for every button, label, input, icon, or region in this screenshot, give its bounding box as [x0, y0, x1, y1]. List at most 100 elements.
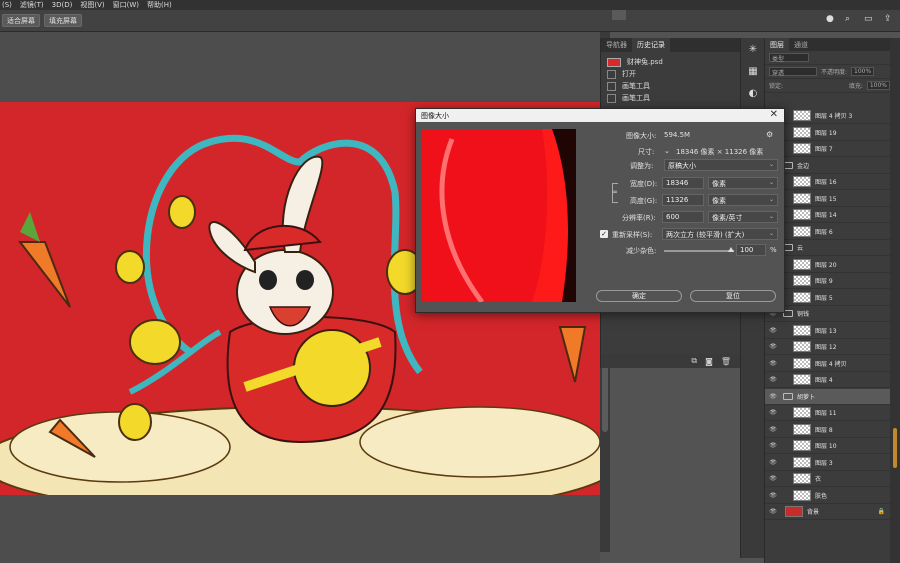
fit-to-value: 原稿大小 [668, 162, 696, 170]
layer-thumbnail [793, 143, 811, 154]
layer-row[interactable]: 👁 背景 🔒 [765, 504, 891, 520]
chevron-down-icon[interactable]: ⌄ [664, 147, 670, 155]
resample-checkbox[interactable]: ✓ [600, 230, 608, 238]
layer-row[interactable]: 👁 图层 3 [765, 455, 891, 471]
resample-select[interactable]: 两次立方 (较平滑) (扩大) ⌄ [662, 228, 778, 240]
menu-item-view[interactable]: 视图(V) [80, 0, 104, 10]
image-size-label: 图像大小: [626, 132, 657, 140]
snapshot-file-name: 财神兔.psd [627, 58, 663, 66]
layers-scrollbar[interactable] [890, 38, 900, 563]
history-item[interactable]: 打开 [601, 68, 740, 80]
eye-icon[interactable]: 👁 [768, 376, 778, 383]
eye-icon[interactable]: 👁 [768, 459, 778, 466]
layer-content: 图层 19 [793, 126, 837, 138]
ok-button[interactable]: 确定 [596, 290, 682, 302]
eye-icon[interactable]: 👁 [768, 393, 778, 400]
share-icon[interactable]: ⇪ [884, 14, 892, 24]
fill-screen-button[interactable]: 填充屏幕 [44, 14, 82, 27]
history-icon[interactable]: ✳ [741, 38, 765, 60]
workspace-icon[interactable]: ▭ [864, 14, 873, 24]
layer-thumbnail [793, 324, 811, 336]
menu-item-help[interactable]: 帮助(H) [147, 0, 172, 10]
layer-row[interactable]: 👁 图层 12 [765, 339, 891, 355]
account-icon[interactable]: ● [826, 14, 834, 24]
tab-channels[interactable]: 通道 [789, 38, 813, 52]
tab-navigator[interactable]: 导航器 [601, 38, 632, 52]
arrange-icon[interactable] [612, 10, 626, 20]
layer-thumbnail [793, 374, 811, 385]
eye-icon[interactable]: 👁 [768, 442, 778, 449]
reduce-noise-input[interactable]: 100 [736, 244, 766, 256]
layer-row[interactable]: 👁 图层 4 [765, 372, 891, 388]
layer-comps-icon[interactable]: ▦ [741, 60, 765, 82]
eye-icon[interactable]: 👁 [768, 475, 778, 482]
layer-row[interactable]: 👁 图层 8 [765, 422, 891, 438]
close-icon[interactable]: ✕ [770, 109, 778, 120]
eye-icon[interactable]: 👁 [768, 508, 778, 515]
layers-scroll-thumb[interactable] [893, 428, 897, 468]
resolution-unit-select[interactable]: 像素/英寸 ⌄ [708, 211, 778, 223]
preview-image [422, 129, 576, 302]
width-unit-select[interactable]: 像素 ⌄ [708, 177, 778, 189]
layer-row[interactable]: 👁 肤色 [765, 488, 891, 504]
height-unit-select[interactable]: 像素 ⌄ [708, 194, 778, 206]
menu-item-filter[interactable]: 滤镜(T) [20, 0, 44, 10]
layer-name: 图层 4 拷贝 [815, 360, 847, 368]
reduce-noise-slider[interactable] [664, 247, 734, 252]
layer-row[interactable]: 👁 图层 4 拷贝 [765, 356, 891, 372]
layer-content: 图层 10 [793, 440, 837, 451]
layer-kind-filter[interactable]: 类型 [769, 53, 809, 63]
reset-button[interactable]: 复位 [690, 290, 776, 302]
layer-row[interactable]: 👁 衣 [765, 471, 891, 487]
new-document-icon[interactable]: ⧉ [691, 356, 697, 366]
menu-item-window[interactable]: 窗口(W) [113, 0, 139, 10]
eye-icon[interactable]: 👁 [768, 327, 778, 334]
fit-screen-button[interactable]: 适合屏幕 [2, 14, 40, 27]
eye-icon[interactable]: 👁 [768, 492, 778, 499]
gear-icon[interactable]: ⚙ [766, 130, 773, 139]
height-input[interactable]: 11326 [662, 194, 704, 206]
layer-row[interactable]: 👁 图层 11 [765, 405, 891, 421]
folder-icon [783, 392, 793, 400]
chevron-down-icon: ⌄ [768, 230, 774, 237]
blend-mode-select[interactable]: 穿透 [769, 67, 817, 77]
menu-item-select[interactable]: (S) [2, 1, 12, 9]
tab-layers[interactable]: 图层 [765, 37, 789, 52]
eye-icon[interactable]: 👁 [768, 426, 778, 433]
layer-content: 图层 15 [793, 192, 837, 204]
image-preview[interactable] [422, 129, 576, 302]
height-unit-value: 像素 [712, 197, 726, 205]
layer-group-row[interactable]: 👁 胡萝卜 [765, 388, 891, 405]
layer-thumbnail [793, 192, 811, 204]
layer-name: 图层 10 [815, 443, 837, 450]
link-icon[interactable]: ∞ [612, 188, 618, 196]
menu-item-3d[interactable]: 3D(D) [52, 1, 73, 9]
layer-name: 图层 16 [815, 179, 837, 186]
resolution-unit-value: 像素/英寸 [712, 214, 743, 222]
width-input[interactable]: 18346 [662, 177, 704, 189]
eye-icon[interactable]: 👁 [768, 409, 778, 416]
layer-row[interactable]: 👁 图层 13 [765, 323, 891, 339]
search-icon[interactable]: ⌕ [845, 14, 850, 24]
resample-label: 重新采样(S): [612, 231, 653, 239]
fit-to-select[interactable]: 原稿大小 ⌄ [664, 159, 778, 171]
layer-row[interactable]: 👁 图层 10 [765, 438, 891, 454]
history-item[interactable]: 画笔工具 [601, 80, 740, 92]
camera-icon[interactable]: ◙ [705, 357, 713, 366]
reduce-noise-label: 减少杂色: [626, 247, 657, 255]
history-snapshot[interactable]: 财神兔.psd [601, 56, 740, 68]
eye-icon[interactable]: 👁 [768, 343, 778, 350]
tab-history[interactable]: 历史记录 [632, 38, 670, 52]
layer-content: 图层 14 [793, 209, 837, 220]
layer-content: 图层 4 拷贝 [793, 357, 847, 369]
color-icon[interactable]: ◐ [741, 82, 765, 104]
image-size-value: 594.5M [664, 131, 691, 139]
trash-icon[interactable]: 🗑 [721, 357, 731, 366]
resolution-input[interactable]: 600 [662, 211, 704, 223]
opacity-input[interactable]: 100% [851, 67, 875, 76]
fill-input[interactable]: 100% [866, 81, 890, 90]
history-item[interactable]: 画笔工具 [601, 92, 740, 104]
slider-handle[interactable] [728, 247, 734, 252]
eye-icon[interactable]: 👁 [768, 360, 778, 367]
layer-name: 图层 11 [815, 410, 837, 417]
